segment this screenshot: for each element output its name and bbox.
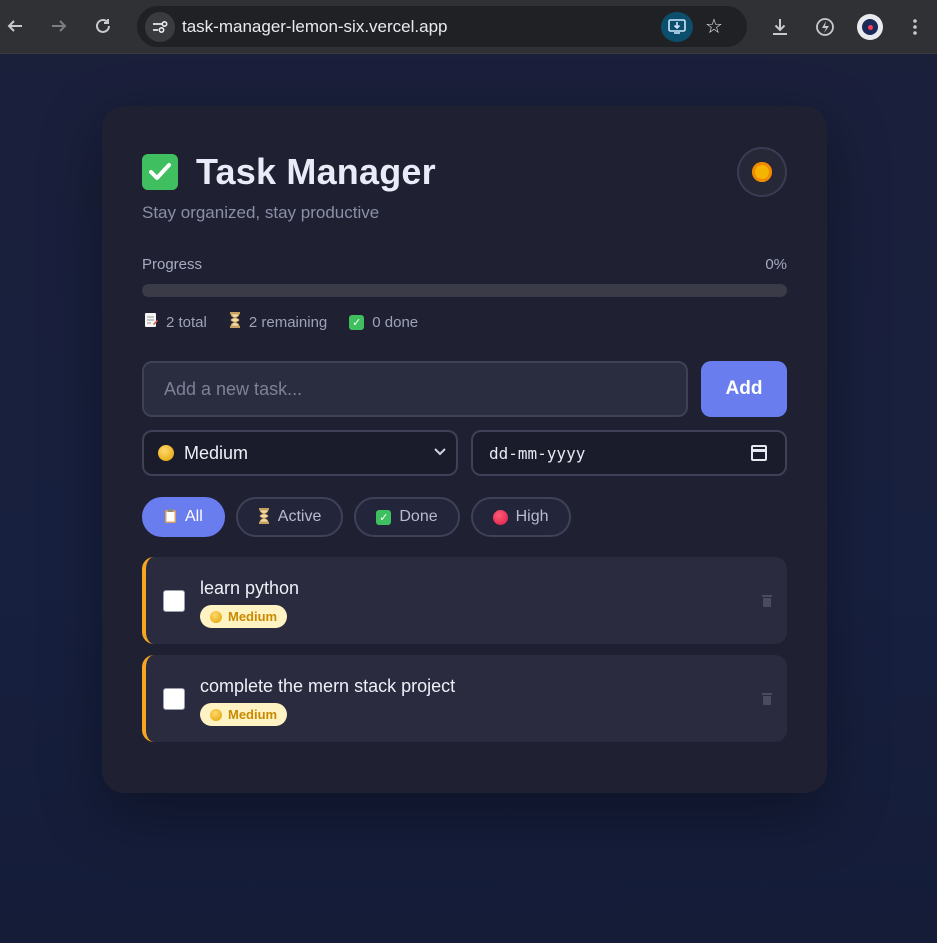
address-bar[interactable]: task-manager-lemon-six.vercel.app ☆ [137, 6, 747, 47]
check-icon: ✓ [376, 509, 392, 525]
back-arrow-icon[interactable] [2, 13, 28, 39]
page-subtitle: Stay organized, stay productive [142, 203, 380, 222]
performance-icon[interactable] [812, 14, 838, 40]
filter-bar: All Active ✓ Done High [142, 497, 582, 537]
medium-priority-icon [158, 445, 174, 461]
task-list: learn python Medium complete the mern st… [142, 557, 787, 753]
url-text[interactable]: task-manager-lemon-six.vercel.app [182, 17, 448, 37]
priority-badge-label: Medium [228, 707, 278, 722]
progress-bar [142, 284, 787, 297]
page-title: Task Manager [196, 151, 436, 192]
header: Task Manager [142, 151, 436, 193]
theme-toggle-button[interactable] [737, 147, 787, 197]
browser-toolbar: task-manager-lemon-six.vercel.app ☆ [0, 0, 937, 54]
bookmark-star-icon[interactable]: ☆ [705, 14, 723, 39]
due-date-input[interactable]: dd-mm-yyyy [471, 430, 787, 476]
stat-remaining: 2 remaining [229, 312, 327, 332]
filter-all-label: All [185, 508, 203, 525]
priority-badge-label: Medium [228, 609, 278, 624]
filter-high-button[interactable]: High [470, 497, 571, 537]
task-checkbox[interactable] [163, 688, 185, 710]
more-menu-icon[interactable] [902, 14, 928, 40]
filter-active-label: Active [277, 508, 322, 525]
filter-done-label: Done [399, 508, 438, 525]
progress-label: Progress [142, 256, 203, 273]
trash-icon[interactable] [761, 691, 773, 706]
stat-done-text: 0 done [372, 313, 419, 331]
stat-remaining-text: 2 remaining [248, 313, 328, 331]
task-checkbox[interactable] [163, 590, 185, 612]
chevron-down-icon [434, 443, 446, 459]
priority-select-value: Medium [184, 442, 249, 463]
install-app-icon[interactable] [661, 12, 693, 42]
filter-all-button[interactable]: All [142, 497, 225, 537]
due-date-placeholder: dd-mm-yyyy [489, 443, 586, 463]
filter-active-button[interactable]: Active [235, 497, 344, 537]
medium-priority-icon [210, 708, 222, 721]
download-icon[interactable] [767, 14, 793, 40]
calendar-icon[interactable] [751, 445, 767, 461]
check-mark-icon [142, 154, 178, 190]
site-info-icon[interactable] [145, 12, 175, 42]
filter-high-label: High [515, 508, 549, 525]
reload-icon[interactable] [90, 13, 116, 39]
red-circle-icon [492, 509, 508, 525]
progress-percent: 0% [765, 256, 787, 273]
filter-done-button[interactable]: ✓ Done [354, 497, 460, 537]
task-text[interactable]: learn python [200, 578, 299, 599]
forward-arrow-icon[interactable] [46, 13, 72, 39]
new-task-input[interactable] [142, 361, 688, 417]
task-stats: 2 total 2 remaining ✓ 0 done [144, 312, 440, 332]
hourglass-icon [229, 312, 241, 332]
task-manager-card: Task Manager Stay organized, stay produc… [102, 106, 827, 793]
task-item: complete the mern stack project Medium [142, 655, 787, 742]
stat-total: 2 total [144, 312, 207, 332]
hourglass-icon [258, 507, 270, 527]
priority-badge: Medium [200, 703, 288, 726]
check-icon: ✓ [349, 314, 365, 330]
add-task-button[interactable]: Add [701, 361, 787, 417]
profile-avatar-icon[interactable] [857, 14, 883, 40]
task-text[interactable]: complete the mern stack project [200, 676, 455, 697]
priority-select[interactable]: Medium [142, 430, 458, 476]
clipboard-icon [164, 508, 177, 527]
medium-priority-icon [210, 610, 222, 623]
stat-total-text: 2 total [166, 313, 207, 331]
task-item: learn python Medium [142, 557, 787, 644]
memo-icon [144, 312, 158, 332]
sun-icon [752, 162, 772, 182]
priority-badge: Medium [200, 605, 288, 628]
trash-icon[interactable] [761, 593, 773, 608]
stat-done: ✓ 0 done [349, 314, 418, 331]
